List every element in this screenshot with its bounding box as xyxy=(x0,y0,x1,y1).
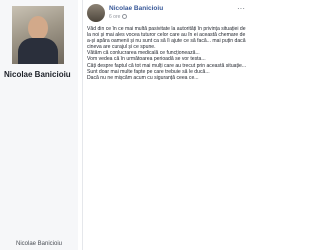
post-author[interactable]: Nicolae Banicioiu xyxy=(109,5,163,12)
globe-icon xyxy=(122,14,128,19)
post: Nicolae Banicioiu 6 ore ··· Văd din ce î… xyxy=(82,0,249,250)
post-paragraph: Văd din ce în ce mai multă pasivitate la… xyxy=(87,26,246,51)
more-icon[interactable]: ··· xyxy=(237,4,245,13)
profile-photo[interactable] xyxy=(12,6,64,64)
author-avatar[interactable] xyxy=(87,4,105,22)
profile-photo-suit xyxy=(18,38,58,64)
post-time-text: 6 ore xyxy=(109,14,121,20)
bottom-caption: Nicolae Banicioiu xyxy=(15,241,63,247)
profile-sidebar: Nicolae Banicioiu Nicolae Banicioiu xyxy=(0,0,78,250)
post-header: Nicolae Banicioiu 6 ore ··· xyxy=(87,4,247,24)
profile-name[interactable]: Nicolae Banicioiu xyxy=(4,70,76,79)
post-body: Văd din ce în ce mai multă pasivitate la… xyxy=(87,26,247,81)
post-paragraph: Câți despre faptul că tot mai mulți care… xyxy=(87,62,247,69)
post-paragraph: Dacă nu ne mișcăm acum cu siguranță ceea… xyxy=(87,74,199,81)
profile-photo-face xyxy=(28,16,48,40)
post-timestamp[interactable]: 6 ore xyxy=(109,14,128,20)
